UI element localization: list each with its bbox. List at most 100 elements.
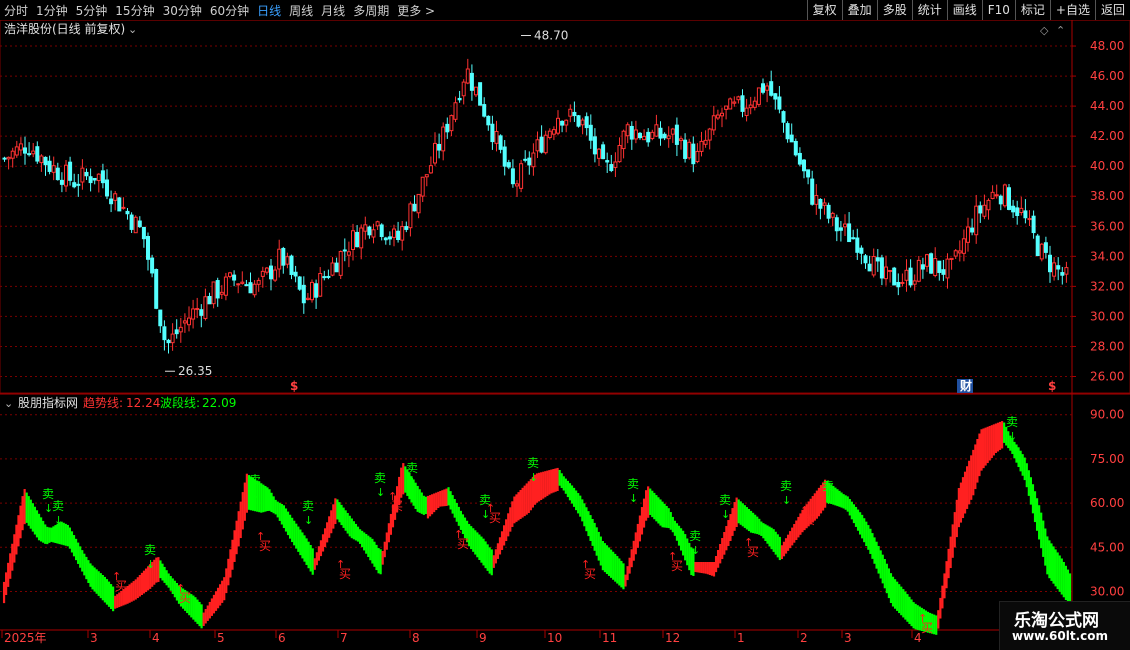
toolbar-button-6[interactable]: 标记 [1014,0,1050,20]
indicator-tick-label: 60.00 [1090,496,1124,510]
candle-body [342,249,347,252]
candle-body [679,138,683,142]
candle-body [904,269,909,281]
period-tab-5[interactable]: 60分钟 [206,2,253,19]
candle-body [896,282,901,288]
candle-body [383,237,388,241]
candle-body [182,320,187,324]
candle-body [88,176,93,184]
candle-body [572,111,577,117]
sell-signal: 卖 [822,479,834,493]
stock-chart[interactable]: 卖↓卖↓卖↓卖↓卖↓卖↓卖↓卖↓卖↓ 卖↓卖↓卖↓卖↓卖↓卖↓↑买 ↑买↑买↑买↑买… [0,20,1130,650]
period-tab-6[interactable]: 日线 [253,2,285,19]
candle-body [920,264,925,270]
candle-body [1035,235,1040,257]
period-tab-7[interactable]: 周线 [285,2,317,19]
candle-body [64,164,68,187]
candle-body [178,326,183,333]
period-tab-2[interactable]: 5分钟 [72,2,112,19]
candle-body [720,112,724,117]
candle-body [396,230,401,241]
toolbar-button-2[interactable]: 多股 [876,0,912,20]
candle-body [203,296,208,319]
period-tab-1[interactable]: 1分钟 [32,2,72,19]
candlestick-series [2,58,1069,354]
candle-body [683,139,688,159]
toolbar-button-4[interactable]: 画线 [946,0,982,20]
candle-body [433,142,437,164]
candle-body [408,203,413,229]
candle-body [592,136,597,155]
candle-body [154,269,159,309]
sell-signal: 卖 [1006,415,1018,429]
candle-body [129,214,134,230]
candle-body [100,170,105,184]
candle-body [506,162,511,168]
watermark-url: www.60lt.com [1012,629,1109,643]
candle-body [605,160,610,163]
candle-body [346,251,351,256]
candle-body [515,183,519,187]
candle-body [285,256,290,265]
candle-body [146,236,150,260]
toolbar-button-7[interactable]: +自选 [1049,0,1095,20]
period-tab-10[interactable]: 更多 > [393,2,439,19]
candle-body [486,115,491,126]
candle-body [916,259,921,282]
candle-body [269,265,273,280]
candle-body [765,85,770,91]
price-tick-label: 40.00 [1090,159,1124,173]
period-tab-0[interactable]: 分时 [0,2,32,19]
toolbar-button-0[interactable]: 复权 [806,0,842,20]
candle-body [125,210,130,215]
candle-body [761,83,765,93]
candle-body [478,82,483,106]
candle-body [461,81,466,97]
period-tab-9[interactable]: 多周期 [349,2,393,19]
sell-arrow-icon: ↓ [1008,430,1017,443]
candle-body [465,68,470,84]
period-tab-3[interactable]: 15分钟 [111,2,158,19]
main-panel-toggle-icon[interactable]: ⌄ [128,23,137,36]
candle-body [35,146,40,162]
period-tab-4[interactable]: 30分钟 [159,2,206,19]
candle-body [158,309,163,327]
candle-body [117,197,122,212]
candle-body [629,125,634,140]
candle-body [970,227,975,233]
candle-body [925,254,929,267]
sell-signal: 卖 [144,543,156,557]
candle-body [211,281,216,305]
x-axis-label: 12 [665,631,680,645]
candle-body [84,171,89,177]
x-axis-label: 9 [479,631,487,645]
candle-body [420,176,425,197]
candle-body [449,115,454,132]
candle-body [469,72,474,91]
sell-signal: 卖 [374,471,386,485]
candle-body [96,173,101,182]
period-tab-8[interactable]: 月线 [317,2,349,19]
candle-body [523,158,528,161]
sell-signal: 卖 [780,479,792,493]
candle-body [76,183,81,186]
toolbar-button-5[interactable]: F10 [981,0,1015,20]
candle-body [400,226,405,241]
sell-signal: 卖 [249,473,261,487]
candle-body [453,102,458,120]
candle-body [318,273,323,297]
toolbar-button-3[interactable]: 统计 [911,0,947,20]
candle-body [215,280,220,299]
candle-body [785,123,790,140]
candle-body [326,275,331,278]
sell-arrow-icon: ↓ [54,514,63,527]
trend-line-label: 趋势线: [83,396,123,410]
toolbar-button-1[interactable]: 叠加 [841,0,877,20]
toolbar-button-8[interactable]: 返回 [1094,0,1130,20]
indicator-toggle-icon[interactable]: ⌄ [4,397,13,410]
buy-signal: 买 [489,511,501,525]
candle-body [150,257,155,274]
candle-body [666,135,671,140]
candle-body [137,220,142,228]
sell-signal: 卖 [52,499,64,513]
